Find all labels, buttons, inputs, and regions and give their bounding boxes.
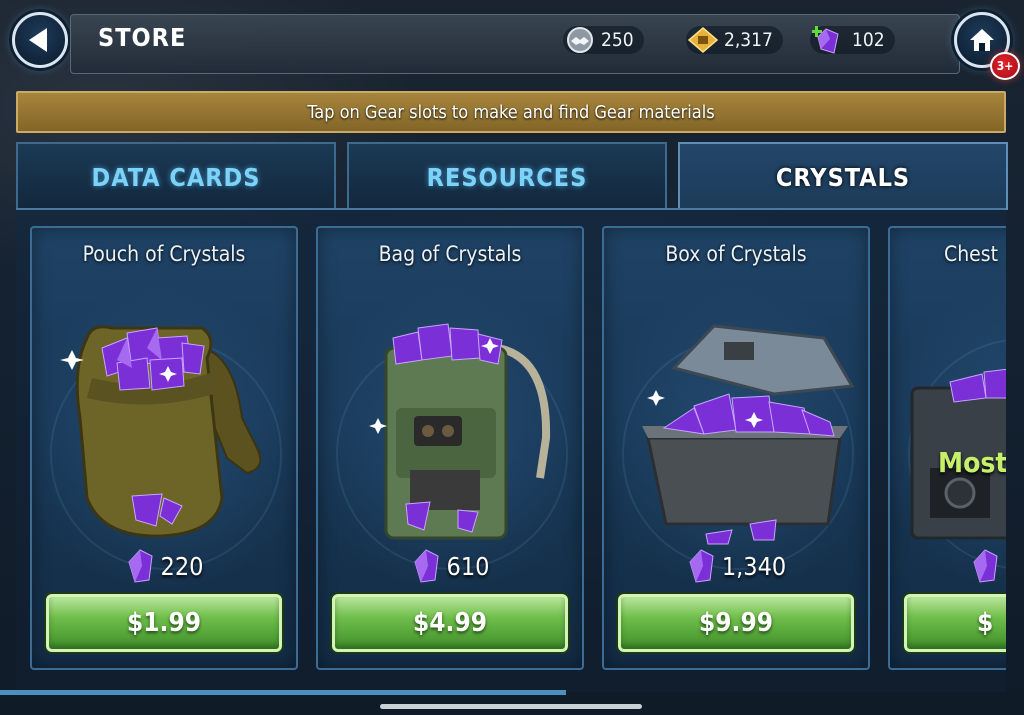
quantity-value: 220 xyxy=(160,551,204,581)
tab-data-cards[interactable]: DATA CARDS xyxy=(16,142,336,210)
crystal-plus-icon xyxy=(812,26,839,54)
ally-points-value: 250 xyxy=(601,29,634,51)
product-title: Pouch of Crystals xyxy=(82,242,246,266)
product-card-bag[interactable]: Bag of Crystals 610 $4.99 xyxy=(316,226,584,670)
product-card-pouch[interactable]: Pouch of Crystals 220 $1.99 xyxy=(30,226,298,670)
back-arrow-icon xyxy=(29,28,47,52)
box-of-crystals-image xyxy=(642,324,855,545)
home-icon xyxy=(970,29,994,51)
crystal-quantity: 220 xyxy=(32,546,296,586)
product-title: Box of Crystals xyxy=(665,242,807,266)
tab-crystals[interactable]: CRYSTALS xyxy=(678,142,1008,210)
ally-points-counter: 250 xyxy=(563,26,644,54)
handshake-icon xyxy=(567,27,593,53)
quantity-value: 610 xyxy=(446,551,490,581)
tip-banner: Tap on Gear slots to make and find Gear … xyxy=(16,91,1006,133)
buy-button-chest[interactable]: $ xyxy=(904,594,1006,652)
crystal-quantity: 610 xyxy=(318,546,582,586)
quantity-value: 1,340 xyxy=(721,551,787,581)
credits-icon xyxy=(688,27,718,53)
crystal-quantity xyxy=(970,546,1006,586)
buy-button-box[interactable]: $9.99 xyxy=(618,594,854,652)
page-title: STORE xyxy=(98,23,187,52)
credits-value: 2,317 xyxy=(724,29,773,51)
crystals-counter[interactable]: 102 xyxy=(810,26,895,54)
chest-of-crystals-image xyxy=(910,368,1006,540)
bag-of-crystals-image xyxy=(369,323,551,540)
product-card-chest[interactable]: Chest Most $ xyxy=(888,226,1006,670)
crystal-quantity: 1,340 xyxy=(604,546,868,586)
notification-badge[interactable]: 3+ xyxy=(990,52,1020,80)
home-indicator[interactable] xyxy=(380,704,642,709)
pouch-of-crystals-image xyxy=(60,325,262,538)
product-card-box[interactable]: Box of Crystals 1,340 $9.99 xyxy=(602,226,870,670)
product-title: Chest xyxy=(944,242,999,266)
tab-resources[interactable]: RESOURCES xyxy=(347,142,667,210)
back-button[interactable] xyxy=(12,12,68,68)
crystal-icon xyxy=(127,549,153,583)
buy-button-bag[interactable]: $4.99 xyxy=(332,594,568,652)
crystal-icon xyxy=(413,549,439,583)
credits-counter: 2,317 xyxy=(686,26,783,54)
product-title: Bag of Crystals xyxy=(378,242,522,266)
product-list[interactable]: Pouch of Crystals 220 $1.99 Bag of Cryst… xyxy=(16,208,1006,692)
crystals-value: 102 xyxy=(852,29,885,51)
crystal-icon xyxy=(689,549,714,583)
crystal-icon xyxy=(973,549,998,583)
horizontal-scrollbar[interactable] xyxy=(0,690,566,695)
buy-button-pouch[interactable]: $1.99 xyxy=(46,594,282,652)
most-popular-label: Most xyxy=(938,446,1006,479)
